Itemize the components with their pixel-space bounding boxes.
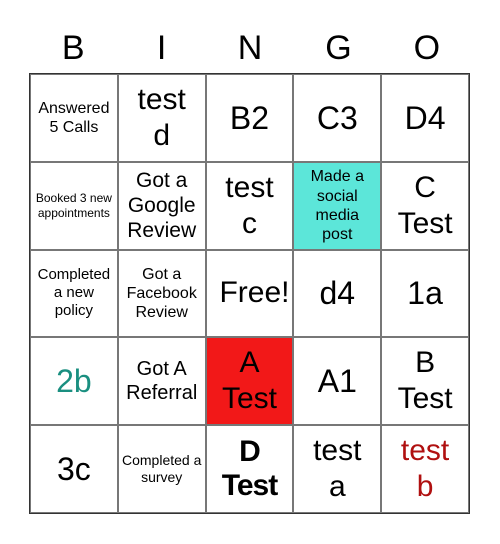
cell-label: A1	[317, 363, 357, 400]
cell-label: Completed a survey	[121, 452, 202, 486]
bingo-cell[interactable]: 2b	[30, 337, 118, 426]
cell-label: A Test	[221, 346, 277, 416]
cell-label: C Test	[397, 170, 453, 240]
bingo-cell[interactable]: Free!	[205, 249, 294, 338]
bingo-cell[interactable]: Completed a new policy	[30, 249, 118, 338]
bingo-cell[interactable]: D Test	[205, 425, 294, 513]
bingo-cell[interactable]: Booked 3 new appointments	[30, 161, 118, 250]
header-letter-o: O	[413, 29, 441, 67]
bingo-cell[interactable]: A Test	[205, 337, 294, 426]
bingo-cell[interactable]: Answered 5 Calls	[30, 74, 118, 162]
header-letter-i: I	[156, 29, 167, 67]
cell-label: Completed a new policy	[37, 266, 111, 320]
bingo-cell[interactable]: test c	[205, 161, 294, 250]
cell-label: test a	[313, 434, 362, 504]
cell-label: B2	[229, 99, 270, 136]
bingo-card: Answered 5 Calls test d B2 C3 D4 Booked 3 new…	[29, 73, 470, 514]
cell-label: Answered 5 Calls	[38, 99, 110, 136]
cell-label: Booked 3 new appointments	[35, 191, 112, 220]
cell-label: Got a Google Review	[127, 168, 197, 243]
cell-label: D Test	[221, 434, 278, 503]
bingo-cell[interactable]: test d	[117, 74, 206, 162]
cell-label: test d	[137, 82, 186, 152]
bingo-cell[interactable]: Completed a survey	[117, 425, 206, 513]
cell-label: Got A Referral	[126, 358, 198, 405]
cell-label: Made a social media post	[310, 168, 364, 243]
bingo-cell[interactable]: Got a Facebook Review	[117, 249, 206, 338]
header-letter-b: B	[61, 29, 85, 67]
cell-label: test c	[225, 170, 274, 240]
bingo-header: B I N G O	[29, 26, 471, 70]
header-letter-g: G	[325, 29, 352, 67]
bingo-cell[interactable]: B Test	[381, 337, 469, 426]
cell-label: C3	[316, 99, 358, 136]
bingo-cell[interactable]: D4	[381, 74, 469, 162]
bingo-cell[interactable]: d4	[293, 249, 382, 338]
bingo-cell[interactable]: 3c	[30, 425, 118, 513]
bingo-cell[interactable]: Got A Referral	[117, 337, 206, 426]
bingo-cell[interactable]: test b	[381, 425, 469, 513]
bingo-cell[interactable]: 1a	[381, 249, 469, 338]
cell-label: 3c	[57, 450, 91, 487]
cell-label: D4	[404, 99, 446, 136]
bingo-cell[interactable]: Got a Google Review	[117, 161, 206, 250]
cell-label: Got a Facebook Review	[126, 265, 197, 322]
cell-label: 2b	[56, 363, 92, 400]
bingo-cell[interactable]: Made a social media post	[293, 161, 382, 250]
bingo-cell[interactable]: B2	[205, 74, 294, 162]
bingo-cell[interactable]: C Test	[381, 161, 469, 250]
bingo-cell[interactable]: A1	[293, 337, 382, 426]
header-letter-n: N	[237, 29, 263, 67]
cell-label: B Test	[397, 346, 453, 416]
cell-label: test b	[400, 434, 450, 504]
bingo-cell[interactable]: test a	[293, 425, 382, 513]
cell-label: 1a	[407, 275, 443, 312]
cell-label: Free!	[219, 276, 290, 310]
cell-label: d4	[319, 275, 356, 312]
bingo-cell[interactable]: C3	[293, 74, 382, 162]
